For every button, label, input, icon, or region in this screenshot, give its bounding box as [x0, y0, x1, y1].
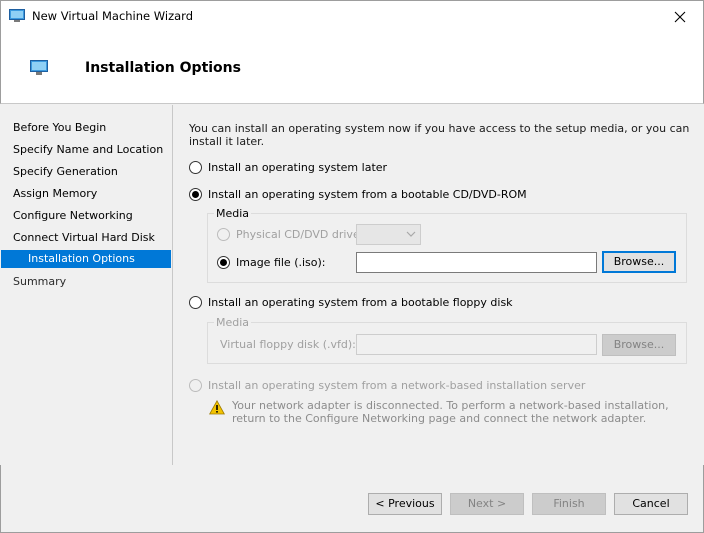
install-network-radio	[189, 378, 202, 392]
nav-item-installation-options[interactable]: Installation Options	[1, 250, 171, 268]
intro-text: You can install an operating system now …	[189, 122, 690, 148]
chevron-down-icon	[406, 231, 416, 237]
warning-icon	[209, 400, 225, 415]
physical-drive-radio	[217, 227, 230, 241]
nav-item-before-you-begin[interactable]: Before You Begin	[1, 119, 171, 137]
nav-item-assign-memory[interactable]: Assign Memory	[1, 185, 171, 203]
previous-button[interactable]: < Previous	[368, 493, 442, 515]
virtual-machine-icon	[30, 60, 48, 75]
nav-item-specify-name-location[interactable]: Specify Name and Location	[1, 141, 171, 159]
wizard-header: Installation Options	[0, 31, 704, 104]
nav-item-configure-networking[interactable]: Configure Networking	[1, 207, 171, 225]
nav-item-connect-virtual-hard-disk[interactable]: Connect Virtual Hard Disk	[1, 229, 171, 247]
finish-button: Finish	[532, 493, 606, 515]
wizard-steps-nav: Before You Begin Specify Name and Locati…	[1, 105, 173, 465]
install-cd-label: Install an operating system from a boota…	[208, 187, 527, 201]
floppy-media-group-label: Media	[214, 316, 252, 329]
install-network-option: Install an operating system from a netwo…	[189, 377, 585, 393]
page-title: Installation Options	[85, 60, 241, 76]
wizard-footer: < Previous Next > Finish Cancel	[0, 465, 704, 533]
install-floppy-option[interactable]: Install an operating system from a boota…	[189, 294, 513, 310]
network-warning-text: Your network adapter is disconnected. To…	[232, 399, 669, 425]
image-file-label: Image file (.iso):	[236, 255, 326, 269]
title-bar: New Virtual Machine Wizard	[0, 0, 704, 31]
close-icon	[674, 11, 686, 22]
floppy-disk-label: Virtual floppy disk (.vfd):	[220, 338, 356, 351]
install-later-option[interactable]: Install an operating system later	[189, 159, 387, 175]
nav-item-specify-generation[interactable]: Specify Generation	[1, 163, 171, 181]
floppy-file-input	[356, 334, 597, 355]
physical-drive-dropdown	[356, 224, 421, 245]
image-file-option[interactable]: Image file (.iso):	[217, 254, 326, 270]
install-later-radio[interactable]	[189, 160, 202, 174]
image-file-input[interactable]	[356, 252, 597, 273]
physical-drive-label: Physical CD/DVD drive:	[236, 227, 364, 241]
install-floppy-label: Install an operating system from a boota…	[208, 295, 513, 309]
physical-drive-option: Physical CD/DVD drive:	[217, 226, 363, 242]
install-network-label: Install an operating system from a netwo…	[208, 378, 586, 392]
virtual-machine-icon	[9, 9, 25, 22]
cancel-button[interactable]: Cancel	[614, 493, 688, 515]
window-title: New Virtual Machine Wizard	[32, 9, 193, 23]
installation-options-panel: You can install an operating system now …	[174, 105, 703, 465]
browse-floppy-button: Browse...	[602, 334, 676, 356]
install-floppy-radio[interactable]	[189, 295, 202, 309]
cd-media-group-label: Media	[214, 207, 252, 220]
nav-item-summary[interactable]: Summary	[1, 273, 171, 291]
network-warning: Your network adapter is disconnected. To…	[209, 399, 697, 425]
image-file-radio[interactable]	[217, 255, 230, 269]
install-cd-option[interactable]: Install an operating system from a boota…	[189, 186, 527, 202]
next-button: Next >	[450, 493, 524, 515]
browse-iso-button[interactable]: Browse...	[602, 251, 676, 273]
install-later-label: Install an operating system later	[208, 160, 388, 174]
install-cd-radio[interactable]	[189, 187, 202, 201]
close-button[interactable]	[657, 1, 703, 32]
